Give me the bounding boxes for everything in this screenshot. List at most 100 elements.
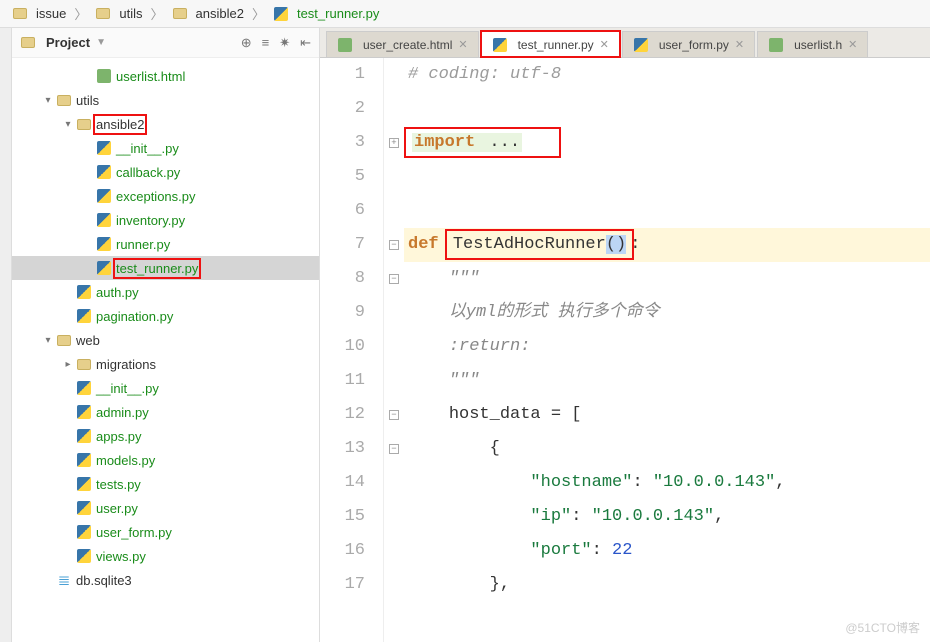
code-line[interactable]: :return: bbox=[404, 330, 930, 364]
fold-marker[interactable] bbox=[384, 160, 404, 194]
tree-file[interactable]: models.py bbox=[12, 448, 319, 472]
line-number[interactable]: 13 bbox=[320, 432, 365, 466]
project-tree[interactable]: userlist.html▾utils▾ansible2__init__.pyc… bbox=[12, 58, 319, 642]
fold-marker[interactable] bbox=[384, 500, 404, 534]
tree-file[interactable]: __init__.py bbox=[12, 136, 319, 160]
twisty-open-icon[interactable]: ▾ bbox=[60, 119, 76, 130]
code-line[interactable]: }, bbox=[404, 568, 930, 602]
line-number[interactable]: 15 bbox=[320, 500, 365, 534]
line-number[interactable]: 12 bbox=[320, 398, 365, 432]
code-line[interactable]: { bbox=[404, 432, 930, 466]
code-line[interactable] bbox=[404, 194, 930, 228]
code-line[interactable] bbox=[404, 160, 930, 194]
fold-marker[interactable] bbox=[384, 194, 404, 228]
editor-tab[interactable]: user_form.py✕ bbox=[622, 31, 755, 57]
chevron-down-icon[interactable]: ▼ bbox=[96, 37, 106, 48]
tree-file[interactable]: auth.py bbox=[12, 280, 319, 304]
line-number[interactable]: 3 bbox=[320, 126, 365, 160]
tree-folder[interactable]: ▾ansible2 bbox=[12, 112, 319, 136]
line-number[interactable]: 1 bbox=[320, 58, 365, 92]
fold-marker[interactable] bbox=[384, 330, 404, 364]
filter-icon[interactable]: ≡ bbox=[262, 35, 270, 51]
code-line[interactable]: host_data = [ bbox=[404, 398, 930, 432]
code-content[interactable]: # coding: utf-8 import ... def TestAdHocR… bbox=[404, 58, 930, 642]
fold-marker[interactable] bbox=[384, 534, 404, 568]
code-area[interactable]: 123567891011121314151617 +−−−− # coding:… bbox=[320, 58, 930, 642]
fold-column[interactable]: +−−−− bbox=[384, 58, 404, 642]
line-number[interactable]: 5 bbox=[320, 160, 365, 194]
line-number[interactable]: 6 bbox=[320, 194, 365, 228]
tree-file[interactable]: admin.py bbox=[12, 400, 319, 424]
locate-icon[interactable]: ⊕ bbox=[241, 35, 252, 51]
line-number[interactable]: 8 bbox=[320, 262, 365, 296]
close-icon[interactable]: ✕ bbox=[735, 38, 744, 51]
tree-file[interactable]: ≣db.sqlite3 bbox=[12, 568, 319, 592]
tree-file[interactable]: runner.py bbox=[12, 232, 319, 256]
fold-marker[interactable] bbox=[384, 466, 404, 500]
fold-marker[interactable]: − bbox=[384, 262, 404, 296]
tree-file[interactable]: test_runner.py bbox=[12, 256, 319, 280]
tool-window-stripe[interactable] bbox=[0, 28, 12, 642]
code-line[interactable]: """ bbox=[404, 364, 930, 398]
tree-folder[interactable]: ▾web bbox=[12, 328, 319, 352]
code-line[interactable]: 以yml的形式 执行多个命令 bbox=[404, 296, 930, 330]
editor-tab[interactable]: user_create.html✕ bbox=[326, 31, 479, 57]
line-number[interactable]: 7 bbox=[320, 228, 365, 262]
fold-marker[interactable] bbox=[384, 58, 404, 92]
fold-marker[interactable] bbox=[384, 92, 404, 126]
fold-marker[interactable] bbox=[384, 296, 404, 330]
fold-marker[interactable] bbox=[384, 364, 404, 398]
fold-marker[interactable]: − bbox=[384, 398, 404, 432]
line-number[interactable]: 11 bbox=[320, 364, 365, 398]
fold-marker[interactable] bbox=[384, 568, 404, 602]
code-line[interactable]: def TestAdHocRunner(): bbox=[404, 228, 930, 262]
fold-marker[interactable]: − bbox=[384, 228, 404, 262]
tree-file[interactable]: exceptions.py bbox=[12, 184, 319, 208]
tree-file[interactable]: pagination.py bbox=[12, 304, 319, 328]
python-icon bbox=[76, 524, 92, 540]
tree-file[interactable]: userlist.html bbox=[12, 64, 319, 88]
code-line[interactable]: """ bbox=[404, 262, 930, 296]
twisty-open-icon[interactable]: ▾ bbox=[40, 95, 56, 106]
line-number[interactable]: 2 bbox=[320, 92, 365, 126]
tree-folder[interactable]: ▾utils bbox=[12, 88, 319, 112]
project-icon bbox=[20, 35, 36, 51]
tree-folder[interactable]: ▸migrations bbox=[12, 352, 319, 376]
gear-icon[interactable]: ✷ bbox=[279, 35, 290, 51]
breadcrumb-item[interactable]: test_runner.py bbox=[267, 4, 385, 24]
line-number[interactable]: 16 bbox=[320, 534, 365, 568]
code-line[interactable]: # coding: utf-8 bbox=[404, 58, 930, 92]
line-gutter[interactable]: 123567891011121314151617 bbox=[320, 58, 384, 642]
line-number[interactable]: 14 bbox=[320, 466, 365, 500]
editor-tab[interactable]: userlist.h✕ bbox=[757, 31, 868, 57]
tree-file[interactable]: tests.py bbox=[12, 472, 319, 496]
fold-marker[interactable]: − bbox=[384, 432, 404, 466]
twisty-open-icon[interactable]: ▾ bbox=[40, 335, 56, 346]
close-icon[interactable]: ✕ bbox=[458, 38, 467, 51]
editor-tab[interactable]: test_runner.py✕ bbox=[481, 31, 620, 57]
line-number[interactable]: 17 bbox=[320, 568, 365, 602]
breadcrumb-item[interactable]: utils bbox=[89, 4, 148, 24]
collapse-icon[interactable]: ⇤ bbox=[300, 35, 311, 51]
tree-file[interactable]: views.py bbox=[12, 544, 319, 568]
breadcrumb-item[interactable]: issue bbox=[6, 4, 72, 24]
code-line[interactable]: "ip": "10.0.0.143", bbox=[404, 500, 930, 534]
breadcrumb-item[interactable]: ansible2 bbox=[166, 4, 250, 24]
line-number[interactable]: 9 bbox=[320, 296, 365, 330]
tree-file[interactable]: apps.py bbox=[12, 424, 319, 448]
fold-marker[interactable]: + bbox=[384, 126, 404, 160]
tree-file[interactable]: __init__.py bbox=[12, 376, 319, 400]
tree-file[interactable]: user_form.py bbox=[12, 520, 319, 544]
tree-file[interactable]: user.py bbox=[12, 496, 319, 520]
close-icon[interactable]: ✕ bbox=[848, 38, 857, 51]
html-icon bbox=[768, 37, 784, 53]
line-number[interactable]: 10 bbox=[320, 330, 365, 364]
tree-file[interactable]: inventory.py bbox=[12, 208, 319, 232]
close-icon[interactable]: ✕ bbox=[600, 38, 609, 51]
code-line[interactable]: "hostname": "10.0.0.143", bbox=[404, 466, 930, 500]
code-line[interactable]: import ... bbox=[404, 126, 930, 160]
twisty-closed-icon[interactable]: ▸ bbox=[60, 359, 76, 370]
code-line[interactable]: "port": 22 bbox=[404, 534, 930, 568]
code-line[interactable] bbox=[404, 92, 930, 126]
tree-file[interactable]: callback.py bbox=[12, 160, 319, 184]
